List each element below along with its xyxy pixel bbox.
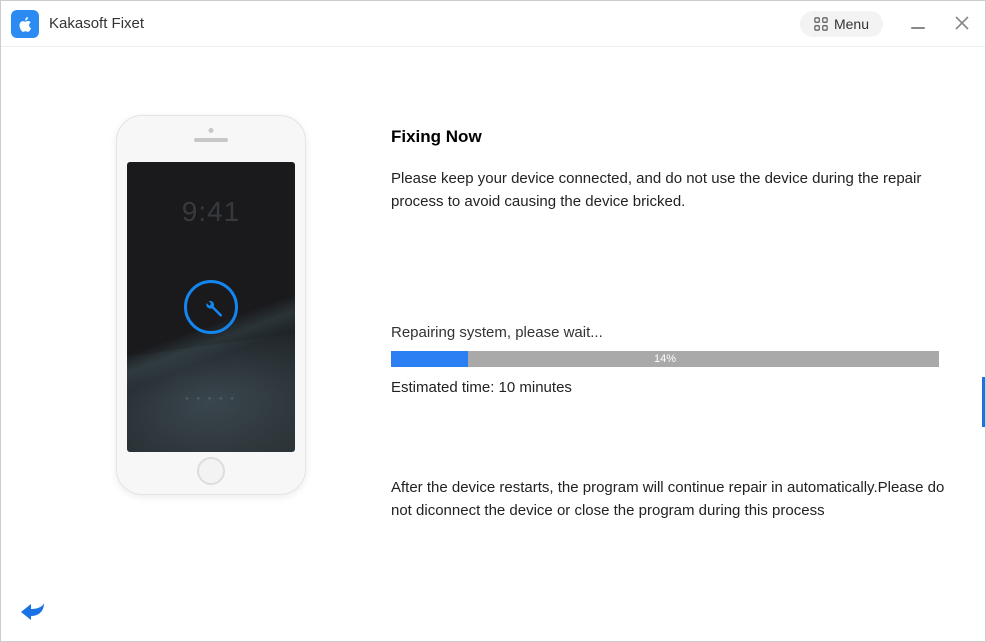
apple-icon [16,15,34,33]
content-area: 9:41 ● ● ● ● ● Fixing Now Please keep yo… [1,47,985,641]
intro-text: Please keep your device connected, and d… [391,167,946,214]
titlebar: Kakasoft Fixet Menu [1,1,985,47]
minimize-button[interactable] [911,27,925,29]
repair-overlay-icon [184,280,238,334]
close-button[interactable] [955,14,969,34]
page-heading: Fixing Now [391,127,955,147]
menu-button[interactable]: Menu [800,11,883,37]
menu-label: Menu [834,16,869,32]
window-controls [911,14,969,34]
close-icon [955,16,969,30]
lockscreen-time: 9:41 [127,196,295,228]
phone-mockup: 9:41 ● ● ● ● ● [116,115,306,495]
progress-bar: 14% [391,351,939,367]
back-button[interactable] [19,600,45,627]
phone-screen: 9:41 ● ● ● ● ● [127,162,295,452]
wrench-icon [198,294,224,320]
phone-camera-dot-icon [209,128,214,133]
estimated-time: Estimated time: 10 minutes [391,379,955,396]
side-accent-strip [982,377,985,427]
app-logo-icon [11,10,39,38]
footer-note: After the device restarts, the program w… [391,476,946,523]
app-title: Kakasoft Fixet [49,15,800,32]
status-column: Fixing Now Please keep your device conne… [391,77,955,621]
phone-speaker-icon [194,138,228,142]
device-preview-column: 9:41 ● ● ● ● ● [31,77,391,621]
progress-percent-label: 14% [391,351,939,367]
wallpaper-wave-icon [127,325,295,452]
phone-home-button-icon [197,457,225,485]
page-dots-icon: ● ● ● ● ● [127,396,295,402]
app-window: Kakasoft Fixet Menu [0,0,986,642]
progress-status-label: Repairing system, please wait... [391,324,955,341]
back-arrow-icon [19,600,45,622]
menu-grid-icon [814,17,828,31]
